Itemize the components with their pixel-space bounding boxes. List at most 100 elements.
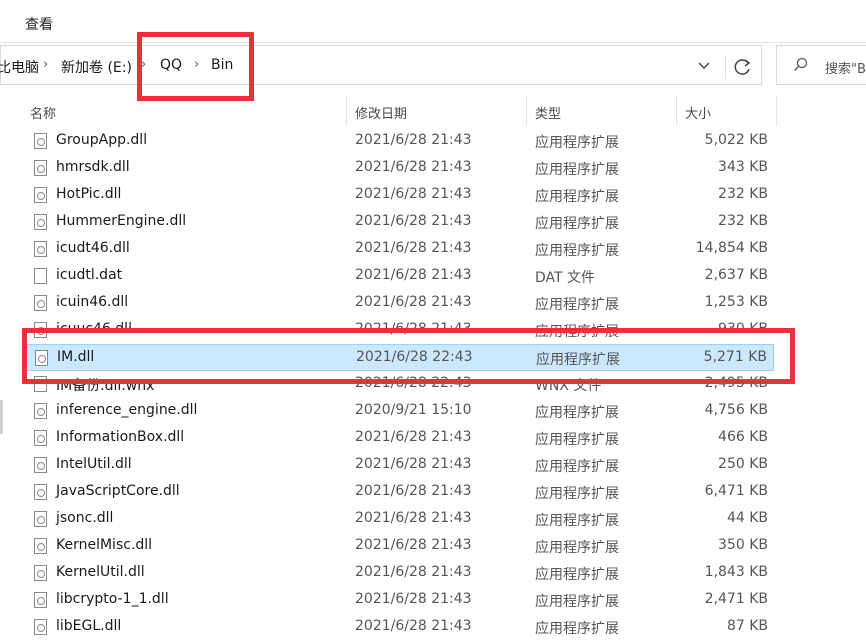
- file-type: 应用程序扩展: [535, 567, 619, 583]
- file-row[interactable]: InformationBox.dll 2021/6/28 21:43 应用程序扩展 4…: [24, 425, 774, 452]
- file-name: IntelUtil.dll: [56, 456, 132, 472]
- search-icon: [794, 57, 808, 71]
- file-row[interactable]: inference_engine.dll 2020/9/21 15:10 应用程序扩…: [24, 398, 774, 425]
- dll-file-icon: [34, 592, 47, 608]
- dll-file-icon: [34, 214, 47, 230]
- file-row[interactable]: HotPic.dll 2021/6/28 21:43 应用程序扩展 232 KB: [24, 182, 774, 209]
- column-header-name[interactable]: 名称: [30, 103, 56, 122]
- file-name: libcrypto-1_1.dll: [56, 591, 169, 607]
- file-type: 应用程序扩展: [535, 513, 619, 529]
- ribbon: 查看: [0, 0, 866, 43]
- file-size: 350 KB: [718, 537, 768, 553]
- blank-file-icon: [34, 268, 47, 284]
- file-size: 2,471 KB: [704, 591, 768, 607]
- file-size: 14,854 KB: [695, 240, 768, 256]
- dll-file-icon: [34, 511, 47, 527]
- dll-file-icon: [34, 160, 47, 176]
- file-name: icudt46.dll: [56, 240, 130, 256]
- column-divider[interactable]: [346, 96, 347, 126]
- file-name: icudtl.dat: [56, 267, 123, 283]
- file-date: 2021/6/28 21:43: [355, 483, 472, 499]
- file-type: 应用程序扩展: [535, 243, 619, 259]
- file-name: jsonc.dll: [56, 510, 114, 526]
- path-highlight-box: [137, 32, 254, 101]
- file-name: libEGL.dll: [56, 618, 122, 634]
- file-date: 2021/6/28 21:43: [355, 267, 472, 283]
- column-divider[interactable]: [776, 96, 777, 126]
- file-type: 应用程序扩展: [535, 216, 619, 232]
- file-row[interactable]: icudt46.dll 2021/6/28 21:43 应用程序扩展 14,854 K…: [24, 236, 774, 263]
- chevron-down-icon[interactable]: [694, 55, 714, 75]
- file-name: KernelUtil.dll: [56, 564, 145, 580]
- column-header-date[interactable]: 修改日期: [355, 103, 407, 122]
- file-date: 2021/6/28 21:43: [355, 564, 472, 580]
- file-row[interactable]: jsonc.dll 2021/6/28 21:43 应用程序扩展 44 KB: [24, 506, 774, 533]
- file-name: inference_engine.dll: [56, 402, 198, 418]
- file-row[interactable]: KernelMisc.dll 2021/6/28 21:43 应用程序扩展 350 K…: [24, 533, 774, 560]
- dll-file-icon: [34, 430, 47, 446]
- dll-file-icon: [34, 403, 47, 419]
- file-row[interactable]: HummerEngine.dll 2021/6/28 21:43 应用程序扩展 232…: [24, 209, 774, 236]
- file-row[interactable]: libcrypto-1_1.dll 2021/6/28 21:43 应用程序扩展 2,…: [24, 587, 774, 614]
- file-row[interactable]: KernelUtil.dll 2021/6/28 21:43 应用程序扩展 1,843…: [24, 560, 774, 587]
- dll-file-icon: [34, 241, 47, 257]
- file-date: 2021/6/28 21:43: [355, 510, 472, 526]
- dll-file-icon: [34, 187, 47, 203]
- file-row[interactable]: icuin46.dll 2021/6/28 21:43 应用程序扩展 1,253 KB: [24, 290, 774, 317]
- column-divider[interactable]: [526, 96, 527, 126]
- dll-file-icon: [34, 457, 47, 473]
- file-type: 应用程序扩展: [535, 621, 619, 637]
- file-date: 2020/9/21 15:10: [355, 402, 472, 418]
- dll-file-icon: [34, 484, 47, 500]
- breadcrumb-this-pc[interactable]: 比电脑: [0, 57, 39, 77]
- breadcrumb-drive-e[interactable]: 新加卷 (E:): [61, 57, 132, 77]
- file-date: 2021/6/28 21:43: [355, 240, 472, 256]
- file-type: 应用程序扩展: [535, 540, 619, 556]
- file-row[interactable]: icudtl.dat 2021/6/28 21:43 DAT 文件 2,637 KB: [24, 263, 774, 290]
- search-box[interactable]: 搜索"B: [776, 45, 866, 85]
- column-header-type[interactable]: 类型: [535, 103, 561, 122]
- selected-file-highlight-box: [22, 328, 795, 384]
- file-date: 2021/6/28 21:43: [355, 591, 472, 607]
- file-size: 343 KB: [718, 159, 768, 175]
- dll-file-icon: [34, 565, 47, 581]
- file-type: 应用程序扩展: [535, 189, 619, 205]
- file-date: 2021/6/28 21:43: [355, 618, 472, 634]
- file-size: 5,022 KB: [704, 132, 768, 148]
- file-size: 1,843 KB: [704, 564, 768, 580]
- file-name: InformationBox.dll: [56, 429, 185, 445]
- search-placeholder: 搜索"B: [825, 62, 866, 77]
- dll-file-icon: [34, 295, 47, 311]
- file-type: 应用程序扩展: [535, 432, 619, 448]
- file-size: 232 KB: [718, 186, 768, 202]
- file-date: 2021/6/28 21:43: [355, 456, 472, 472]
- file-type: 应用程序扩展: [535, 594, 619, 610]
- file-row[interactable]: GroupApp.dll 2021/6/28 21:43 应用程序扩展 5,022 K…: [24, 128, 774, 155]
- file-type: 应用程序扩展: [535, 162, 619, 178]
- file-row[interactable]: libEGL.dll 2021/6/28 21:43 应用程序扩展 87 KB: [24, 614, 774, 641]
- file-row[interactable]: hmrsdk.dll 2021/6/28 21:43 应用程序扩展 343 KB: [24, 155, 774, 182]
- address-bar[interactable]: 比电脑 › 新加卷 (E:) › QQ › Bin: [0, 45, 762, 85]
- file-name: GroupApp.dll: [56, 132, 148, 148]
- chevron-right-icon[interactable]: ›: [43, 57, 48, 72]
- file-size: 250 KB: [718, 456, 768, 472]
- file-row[interactable]: IntelUtil.dll 2021/6/28 21:43 应用程序扩展 250 KB: [24, 452, 774, 479]
- file-size: 2,637 KB: [704, 267, 768, 283]
- refresh-icon[interactable]: [725, 55, 760, 79]
- file-date: 2021/6/28 21:43: [355, 213, 472, 229]
- file-name: icuin46.dll: [56, 294, 129, 310]
- file-name: KernelMisc.dll: [56, 537, 153, 553]
- file-row[interactable]: JavaScriptCore.dll 2021/6/28 21:43 应用程序扩展 6…: [24, 479, 774, 506]
- column-header-size[interactable]: 大小: [685, 103, 711, 122]
- tab-view[interactable]: 查看: [25, 14, 53, 34]
- file-name: hmrsdk.dll: [56, 159, 130, 175]
- file-name: JavaScriptCore.dll: [56, 483, 180, 499]
- file-date: 2021/6/28 21:43: [355, 186, 472, 202]
- scrollbar-left-edge[interactable]: [0, 400, 3, 434]
- file-date: 2021/6/28 21:43: [355, 294, 472, 310]
- file-size: 466 KB: [718, 429, 768, 445]
- file-type: 应用程序扩展: [535, 459, 619, 475]
- file-date: 2021/6/28 21:43: [355, 537, 472, 553]
- dll-file-icon: [34, 538, 47, 554]
- column-divider[interactable]: [676, 96, 677, 126]
